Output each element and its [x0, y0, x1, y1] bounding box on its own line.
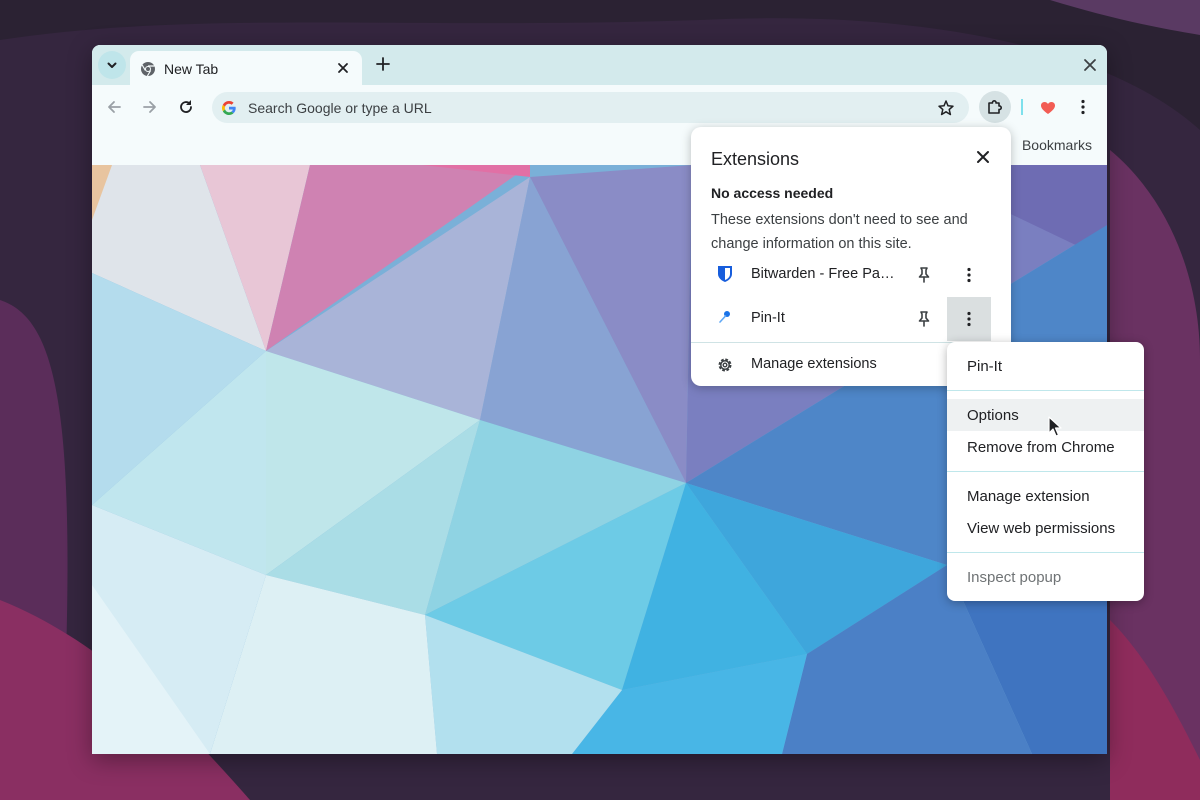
extension-name: Pin-It	[751, 310, 785, 326]
extension-name: Bitwarden - Free Password Manager	[751, 266, 901, 282]
reload-icon[interactable]	[178, 99, 194, 115]
pin-icon[interactable]	[916, 310, 932, 328]
back-arrow-icon[interactable]	[106, 99, 122, 115]
more-vert-icon	[967, 267, 971, 283]
menu-item-label: Remove from Chrome	[967, 439, 1115, 456]
menu-separator	[947, 471, 1144, 472]
pin-it-icon	[719, 311, 730, 323]
omnibox-placeholder: Search Google or type a URL	[248, 100, 432, 116]
tab-search-button[interactable]	[98, 51, 126, 79]
menu-item-label: Manage extension	[967, 488, 1090, 505]
toolbar: Search Google or type a URL	[92, 85, 1107, 129]
bookmark-star-icon[interactable]	[937, 99, 955, 117]
puzzle-icon	[988, 100, 1002, 114]
new-tab-plus-icon[interactable]	[375, 56, 391, 72]
menu-item-label: Inspect popup	[967, 569, 1062, 586]
menu-item-extension-name[interactable]: Pin-It	[947, 350, 1144, 382]
menu-separator	[947, 552, 1144, 553]
extensions-popup-title: Extensions	[711, 149, 800, 169]
bookmarks-folder[interactable]: Bookmarks	[1022, 137, 1092, 153]
menu-item-label: Pin-It	[967, 358, 1003, 375]
menu-item-label: View web permissions	[967, 520, 1116, 537]
menu-item-remove[interactable]: Remove from Chrome	[947, 431, 1144, 463]
menu-item-view-permissions[interactable]: View web permissions	[947, 512, 1144, 544]
tab-new-tab[interactable]: New Tab	[130, 51, 362, 85]
omnibox[interactable]: Search Google or type a URL	[212, 92, 969, 123]
close-icon[interactable]	[976, 150, 990, 164]
more-actions-button[interactable]	[947, 253, 991, 297]
extension-row-pin-it[interactable]: Pin-It	[691, 297, 1011, 341]
tab-strip: New Tab	[92, 45, 1107, 85]
section-description: These extensions don't need to see and c…	[711, 212, 968, 252]
menu-item-options[interactable]: Options	[947, 399, 1144, 431]
chrome-menu-icon[interactable]	[1080, 99, 1086, 115]
google-g-icon	[222, 101, 236, 115]
toolbar-separator	[1021, 99, 1023, 115]
chrome-icon	[141, 62, 155, 77]
menu-item-manage-extension[interactable]: Manage extension	[947, 480, 1144, 512]
extension-context-menu: Pin-It Options Remove from Chrome Manage…	[947, 342, 1144, 601]
section-title: No access needed	[711, 185, 834, 201]
gear-icon	[718, 358, 732, 372]
extensions-button[interactable]	[979, 91, 1011, 123]
more-actions-button[interactable]	[947, 297, 991, 341]
menu-item-label: Options	[967, 407, 1019, 424]
tab-title: New Tab	[164, 61, 219, 77]
close-tab-icon[interactable]	[336, 61, 350, 75]
mouse-cursor-icon	[1048, 416, 1062, 437]
bitwarden-icon	[718, 266, 732, 282]
menu-item-inspect-popup: Inspect popup	[947, 561, 1144, 593]
manage-extensions-label: Manage extensions	[751, 356, 877, 372]
forward-arrow-icon[interactable]	[142, 99, 158, 115]
pinned-extension-heart-icon[interactable]	[1040, 101, 1056, 115]
menu-separator	[947, 390, 1144, 391]
more-vert-icon	[967, 311, 971, 327]
window-close-icon[interactable]	[1083, 58, 1097, 72]
chevron-down-icon	[107, 62, 117, 68]
pin-icon[interactable]	[916, 266, 932, 284]
extension-row-bitwarden[interactable]: Bitwarden - Free Password Manager	[691, 253, 1011, 297]
